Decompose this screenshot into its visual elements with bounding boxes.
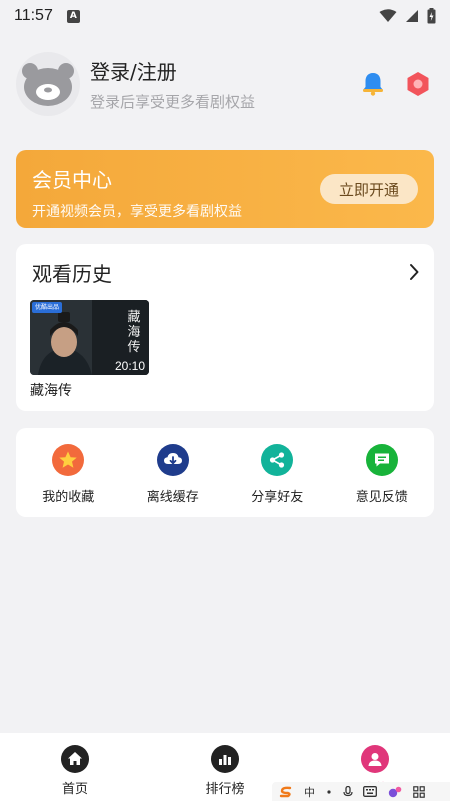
star-icon <box>52 444 85 476</box>
ime-chinese-toggle[interactable]: 中 <box>304 784 315 800</box>
chevron-right-icon[interactable] <box>408 263 420 281</box>
ime-punctuation-icon[interactable] <box>325 787 333 797</box>
tab-ranking-label: 排行榜 <box>205 782 245 797</box>
notification-icon: A <box>66 9 80 23</box>
feedback-icon <box>365 444 398 476</box>
settings-icon[interactable] <box>406 71 430 97</box>
history-item-title[interactable]: 藏海传 <box>30 380 72 400</box>
bear-avatar-icon <box>22 63 74 106</box>
download-cloud-icon <box>156 444 189 476</box>
microphone-icon[interactable] <box>343 785 353 798</box>
watch-history-card: 观看历史 优酷出品 藏海传 20:10 藏海传 <box>16 244 434 411</box>
status-icons <box>379 8 436 24</box>
wifi-icon <box>379 9 397 22</box>
poster-calligraphy: 藏海传 <box>127 310 141 355</box>
profile-icon <box>361 745 389 773</box>
thumbnail-badge: 优酷出品 <box>32 302 63 313</box>
favorites-label: 我的收藏 <box>42 490 95 505</box>
battery-icon <box>427 8 436 24</box>
avatar[interactable] <box>16 52 80 116</box>
login-register-link[interactable]: 登录/注册 <box>90 56 255 85</box>
keyboard-icon[interactable] <box>363 786 377 797</box>
vip-center-card[interactable]: 会员中心 开通视频会员，享受更多看剧权益 立即开通 <box>16 150 434 228</box>
quick-actions-card: 我的收藏 离线缓存 分享好友 意见反馈 <box>16 428 434 517</box>
status-time: 11:57 <box>14 7 53 24</box>
tab-home-label: 首页 <box>61 782 88 797</box>
bell-icon[interactable] <box>362 72 384 96</box>
skin-icon[interactable] <box>387 786 403 798</box>
tab-home[interactable]: 首页 <box>0 733 150 801</box>
open-vip-button[interactable]: 立即开通 <box>320 174 418 204</box>
login-subtitle: 登录后享受更多看剧权益 <box>90 93 256 111</box>
ime-logo-icon[interactable] <box>278 786 294 798</box>
ime-toolbar[interactable]: 中 <box>272 782 450 801</box>
favorites-button[interactable]: 我的收藏 <box>16 428 121 517</box>
ranking-icon <box>211 745 239 773</box>
share-friends-button[interactable]: 分享好友 <box>225 428 330 517</box>
share-icon <box>261 444 294 476</box>
history-title: 观看历史 <box>32 261 112 286</box>
signal-icon <box>406 10 418 22</box>
feedback-label: 意见反馈 <box>355 490 408 505</box>
vip-subtitle: 开通视频会员，享受更多看剧权益 <box>32 204 242 220</box>
apps-grid-icon[interactable] <box>413 785 425 798</box>
history-thumbnail[interactable]: 优酷出品 藏海传 20:10 <box>30 300 149 375</box>
offline-cache-button[interactable]: 离线缓存 <box>121 428 226 517</box>
share-friends-label: 分享好友 <box>251 490 304 505</box>
thumbnail-duration: 20:10 <box>114 359 145 373</box>
offline-cache-label: 离线缓存 <box>146 490 199 505</box>
history-header[interactable]: 观看历史 <box>32 258 420 286</box>
home-icon <box>61 745 89 773</box>
status-bar: 11:57 A <box>0 0 450 32</box>
profile-header[interactable]: 登录/注册 登录后享受更多看剧权益 <box>16 52 434 116</box>
feedback-button[interactable]: 意见反馈 <box>330 428 435 517</box>
